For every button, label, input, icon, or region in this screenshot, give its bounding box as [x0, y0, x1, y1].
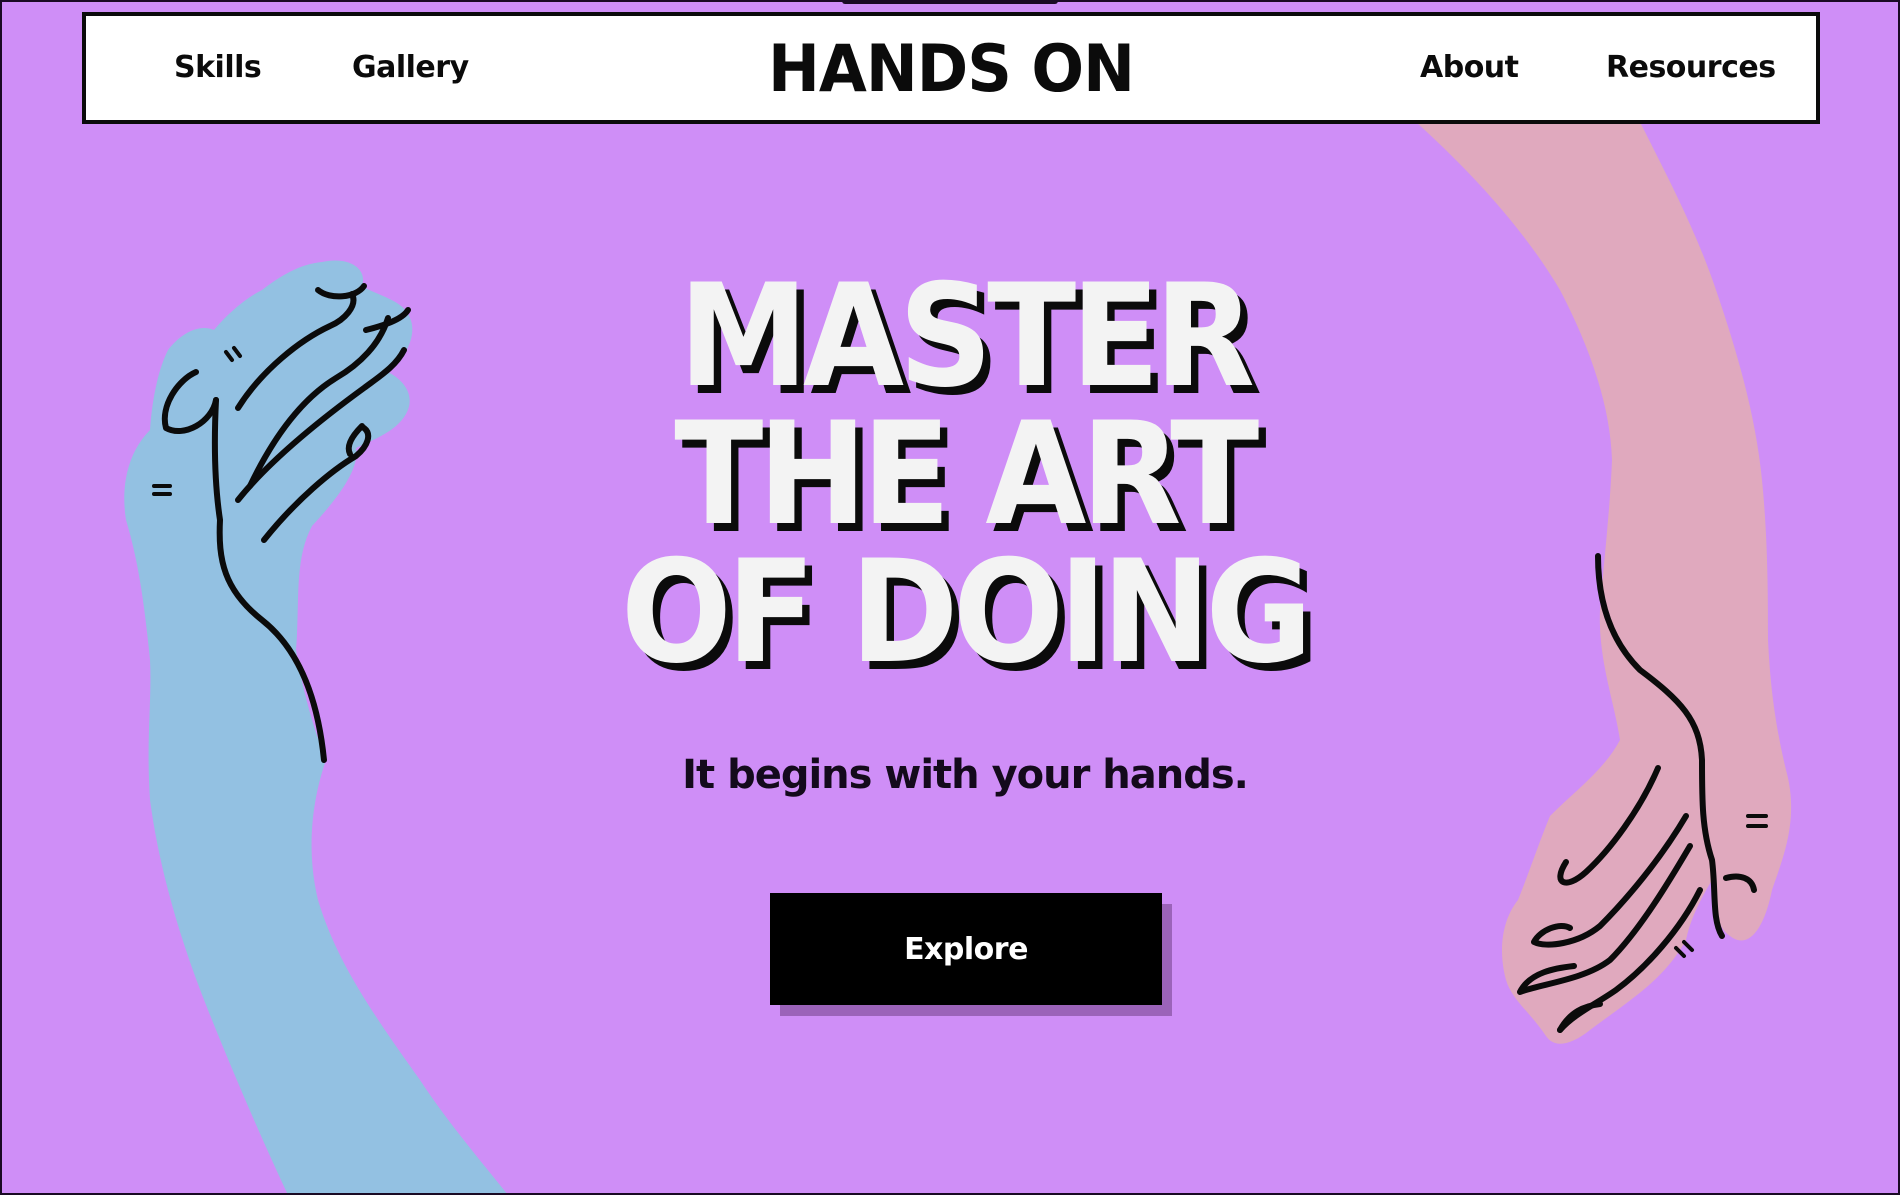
site-logo[interactable]: HANDS ON	[86, 30, 1816, 107]
top-navbar: Skills Gallery HANDS ON About Resources	[82, 12, 1820, 124]
nav-link-resources[interactable]: Resources	[1606, 50, 1776, 85]
hero-headline: MASTER THE ART OF DOING	[0, 254, 1900, 695]
hero-tagline: It begins with your hands.	[682, 752, 1249, 798]
headline-line-1: MASTER	[678, 254, 1255, 419]
headline-line-3: OF DOING	[620, 530, 1313, 695]
headline-line-2: THE ART	[674, 392, 1259, 557]
nav-link-about[interactable]: About	[1420, 50, 1519, 85]
explore-button[interactable]: Explore	[770, 893, 1162, 1005]
top-window-tab	[842, 0, 1058, 4]
